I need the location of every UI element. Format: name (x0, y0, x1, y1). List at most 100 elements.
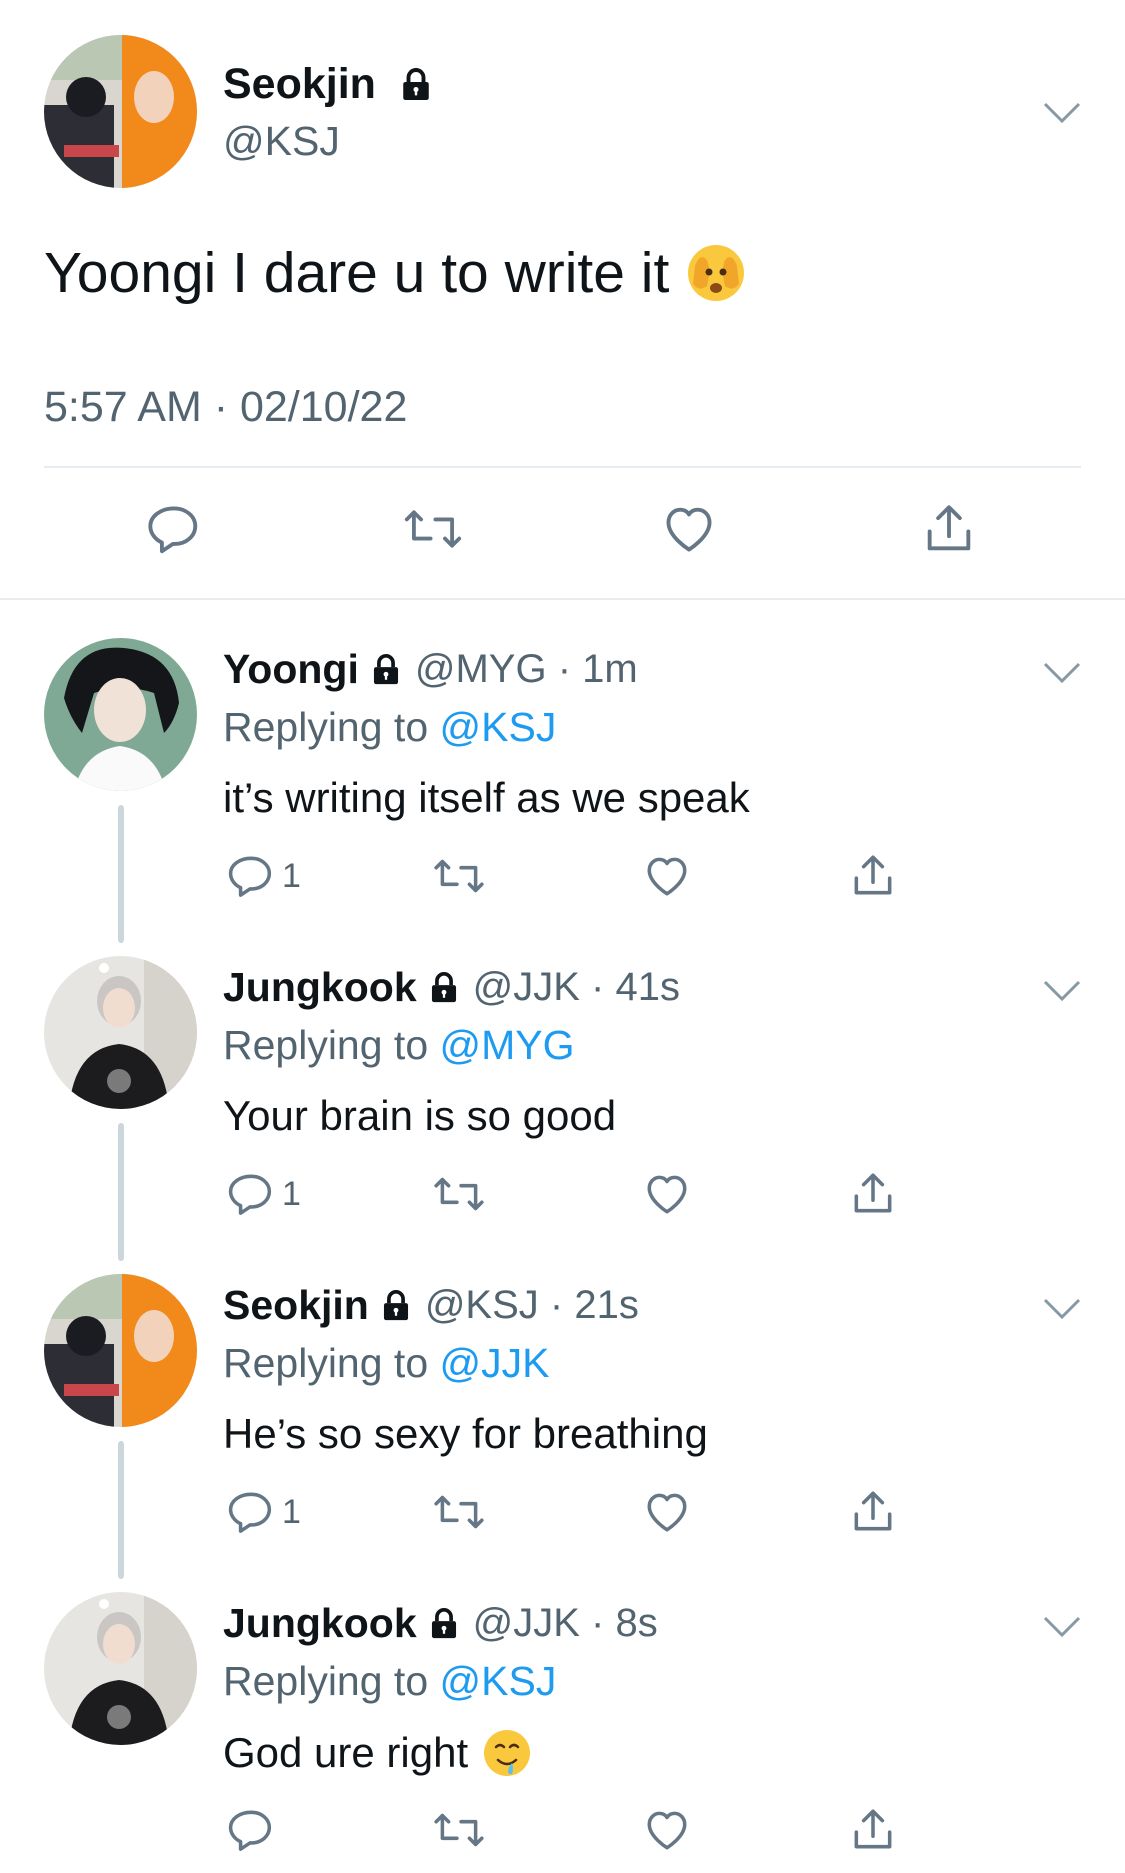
divider (0, 598, 1125, 600)
peeking-face-emoji (688, 245, 745, 301)
reply-button[interactable] (145, 500, 205, 560)
reply-icon (148, 506, 198, 554)
reply-text: He’s so sexy for breathing (223, 1410, 708, 1457)
tweet-timestamp: 5:57 AM · 02/10/22 (44, 383, 408, 431)
divider (44, 466, 1081, 468)
replying-to: Replying to @KSJ (223, 1658, 557, 1704)
chevron-down-icon[interactable] (1042, 1614, 1082, 1640)
chevron-down-icon[interactable] (1042, 100, 1082, 126)
reply-button[interactable]: 1 (226, 848, 301, 904)
replying-to: Replying to @MYG (223, 1022, 575, 1068)
reply-count: 1 (282, 1492, 301, 1531)
reply-actions (0, 1802, 1125, 1862)
retweet-button[interactable] (432, 1802, 486, 1858)
author-handle-time: @MYG · 1m (414, 647, 638, 691)
like-button[interactable] (642, 1166, 692, 1222)
author-handle[interactable]: @KSJ (223, 118, 340, 165)
replying-to-link[interactable]: @KSJ (440, 1658, 557, 1704)
avatar[interactable] (44, 956, 197, 1109)
reply-header: Jungkook @JJK · 41s (223, 964, 680, 1011)
like-button[interactable] (642, 1484, 692, 1540)
reply-tweet[interactable]: Seokjin @KSJ · 21s Replying to @JJK He’s… (0, 1274, 1125, 1592)
author-name[interactable]: Jungkook (223, 1600, 417, 1647)
retweet-button[interactable] (432, 1166, 486, 1222)
like-button[interactable] (660, 500, 720, 560)
replying-to-link[interactable]: @MYG (440, 1022, 575, 1068)
retweet-icon (434, 1813, 484, 1847)
reply-tweet[interactable]: Jungkook @JJK · 41s Replying to @MYG You… (0, 956, 1125, 1274)
reply-tweet[interactable]: Yoongi @MYG · 1m Replying to @KSJ it’s w… (0, 638, 1125, 956)
chevron-down-icon[interactable] (1042, 978, 1082, 1004)
retweet-button[interactable] (432, 848, 486, 904)
heart-icon (647, 1493, 687, 1532)
replying-to-link[interactable]: @KSJ (440, 704, 557, 750)
reply-text: God ure right (223, 1728, 532, 1778)
heart-icon (647, 1175, 687, 1214)
reply-tweet[interactable]: Jungkook @JJK · 8s Replying to @KSJ God … (0, 1592, 1125, 1873)
share-button[interactable] (848, 1484, 898, 1540)
lock-icon (403, 67, 429, 100)
author-handle-time: @KSJ · 21s (424, 1283, 639, 1327)
reply-icon (228, 1492, 272, 1533)
reply-button[interactable]: 1 (226, 1484, 301, 1540)
retweet-icon (434, 859, 484, 893)
tweet-text: Yoongi I dare u to write it (44, 240, 747, 306)
reply-count: 1 (282, 856, 301, 895)
retweet-button[interactable] (402, 500, 462, 560)
retweet-icon (434, 1177, 484, 1211)
reply-button[interactable]: 1 (226, 1166, 301, 1222)
heart-icon (647, 857, 687, 896)
retweet-icon (404, 510, 462, 548)
reply-actions: 1 (0, 1484, 1125, 1544)
share-button[interactable] (848, 1802, 898, 1858)
share-button[interactable] (848, 848, 898, 904)
reply-icon (228, 1810, 272, 1851)
drooling-face-emoji (484, 1730, 531, 1776)
reply-actions: 1 (0, 848, 1125, 908)
heart-icon (647, 1811, 687, 1850)
lock-icon (383, 1289, 408, 1320)
reply-actions: 1 (0, 1166, 1125, 1226)
reply-header: Yoongi @MYG · 1m (223, 646, 638, 693)
share-icon (927, 505, 971, 551)
retweet-button[interactable] (432, 1484, 486, 1540)
reply-button[interactable] (226, 1802, 282, 1858)
reply-header: Jungkook @JJK · 8s (223, 1600, 658, 1647)
author-handle-time: @JJK · 8s (472, 1601, 658, 1645)
reply-header: Seokjin @KSJ · 21s (223, 1282, 639, 1329)
author-handle-time: @JJK · 41s (472, 965, 680, 1009)
replying-to: Replying to @KSJ (223, 704, 557, 750)
avatar[interactable] (44, 1592, 197, 1745)
reply-text: it’s writing itself as we speak (223, 774, 750, 821)
avatar[interactable] (44, 35, 197, 188)
share-icon (854, 1173, 892, 1213)
lock-icon (431, 1607, 456, 1638)
share-button[interactable] (920, 500, 980, 560)
author-name[interactable]: Seokjin (223, 1282, 369, 1329)
share-icon (854, 855, 892, 895)
replying-to-link[interactable]: @JJK (440, 1340, 550, 1386)
retweet-icon (434, 1495, 484, 1529)
author-name[interactable]: Seokjin (223, 60, 446, 109)
lock-icon (431, 971, 456, 1002)
lock-icon (373, 653, 398, 684)
share-button[interactable] (848, 1166, 898, 1222)
chevron-down-icon[interactable] (1042, 660, 1082, 686)
tweet-actions (0, 500, 1125, 566)
like-button[interactable] (642, 1802, 692, 1858)
main-tweet: Seokjin @KSJ Yoongi I dare u to write it… (0, 0, 1125, 600)
share-icon (854, 1491, 892, 1531)
avatar[interactable] (44, 638, 197, 791)
replying-to: Replying to @JJK (223, 1340, 550, 1386)
avatar[interactable] (44, 1274, 197, 1427)
chevron-down-icon[interactable] (1042, 1296, 1082, 1322)
reply-icon (228, 1174, 272, 1215)
reply-icon (228, 856, 272, 897)
author-name[interactable]: Jungkook (223, 964, 417, 1011)
heart-icon (666, 507, 712, 552)
author-name[interactable]: Yoongi (223, 646, 359, 693)
share-icon (854, 1809, 892, 1849)
reply-text: Your brain is so good (223, 1092, 617, 1139)
like-button[interactable] (642, 848, 692, 904)
reply-count: 1 (282, 1174, 301, 1213)
